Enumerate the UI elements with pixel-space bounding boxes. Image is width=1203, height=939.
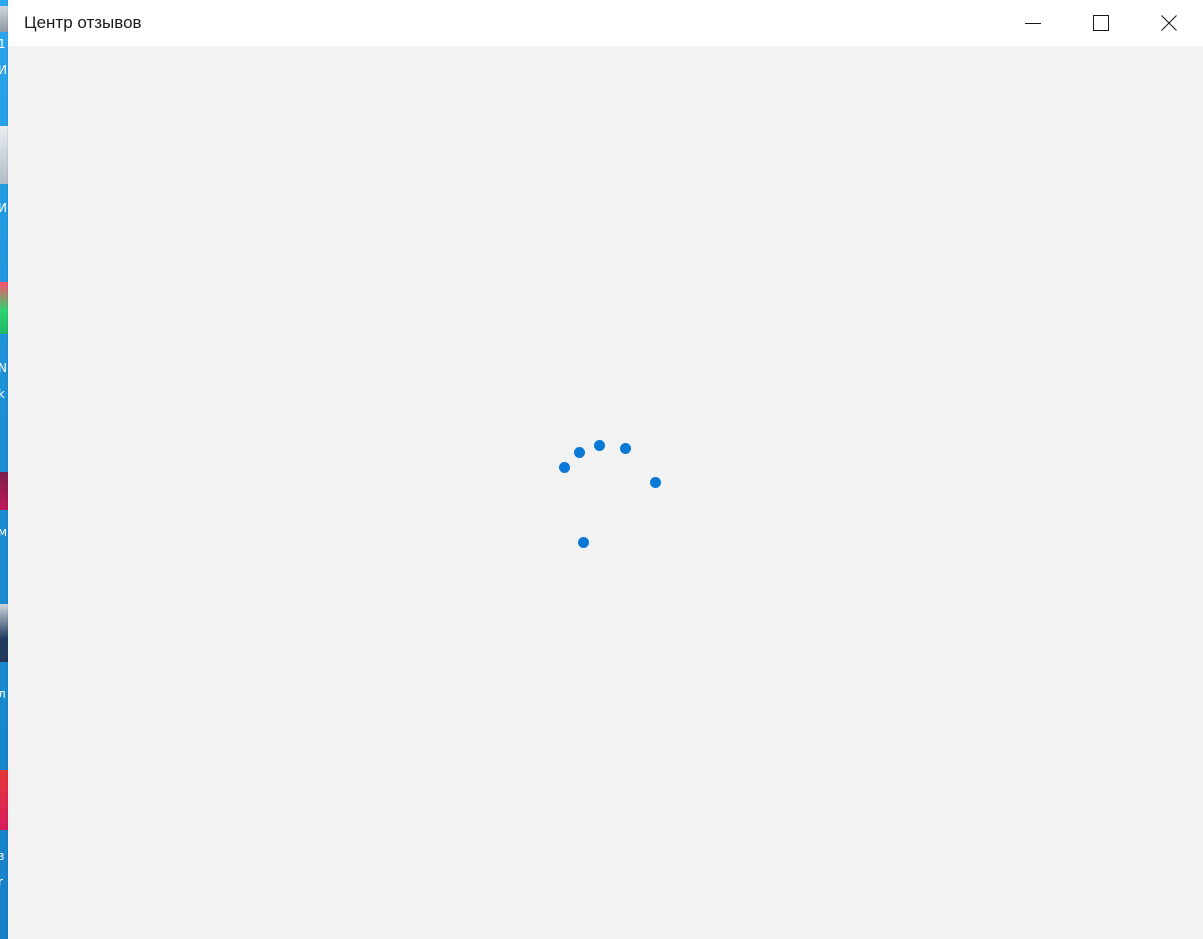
desktop-shortcut-icon[interactable] bbox=[0, 472, 8, 510]
desktop-shortcut-icon[interactable] bbox=[0, 126, 8, 184]
desktop-shortcut-label: N bbox=[0, 361, 7, 375]
spinner-dot bbox=[578, 537, 589, 548]
caption-buttons bbox=[999, 0, 1203, 46]
desktop-background: 1 И И N k м л з r bbox=[0, 0, 8, 939]
desktop-shortcut-label: И bbox=[0, 63, 7, 77]
desktop-shortcut-icon[interactable] bbox=[0, 6, 8, 32]
spinner-dot bbox=[620, 443, 631, 454]
desktop-shortcut-label: k bbox=[0, 387, 5, 401]
desktop-shortcut-label: л bbox=[0, 687, 6, 701]
minimize-button[interactable] bbox=[999, 0, 1067, 46]
app-window: Центр отзывов bbox=[8, 0, 1203, 939]
spinner-dot bbox=[574, 447, 585, 458]
spinner-dot bbox=[594, 440, 605, 451]
desktop-shortcut-icon[interactable] bbox=[0, 770, 8, 830]
title-bar[interactable]: Центр отзывов bbox=[8, 0, 1203, 46]
desktop-shortcut-label: r bbox=[0, 875, 3, 889]
desktop-shortcut-icon[interactable] bbox=[0, 604, 8, 662]
close-button[interactable] bbox=[1135, 0, 1203, 46]
content-area bbox=[8, 46, 1203, 939]
desktop-shortcut-label: з bbox=[0, 849, 5, 863]
window-title: Центр отзывов bbox=[24, 13, 142, 32]
desktop-shortcut-label: м bbox=[0, 525, 8, 539]
desktop-shortcut-label: 1 bbox=[0, 37, 6, 51]
spinner-dot bbox=[559, 462, 570, 473]
desktop-shortcut-label: И bbox=[0, 201, 7, 215]
minimize-icon bbox=[1025, 23, 1041, 24]
spinner-dot bbox=[650, 477, 661, 488]
close-icon bbox=[1161, 15, 1177, 31]
desktop-shortcut-icon[interactable] bbox=[0, 282, 8, 334]
maximize-icon bbox=[1093, 15, 1109, 31]
maximize-button[interactable] bbox=[1067, 0, 1135, 46]
